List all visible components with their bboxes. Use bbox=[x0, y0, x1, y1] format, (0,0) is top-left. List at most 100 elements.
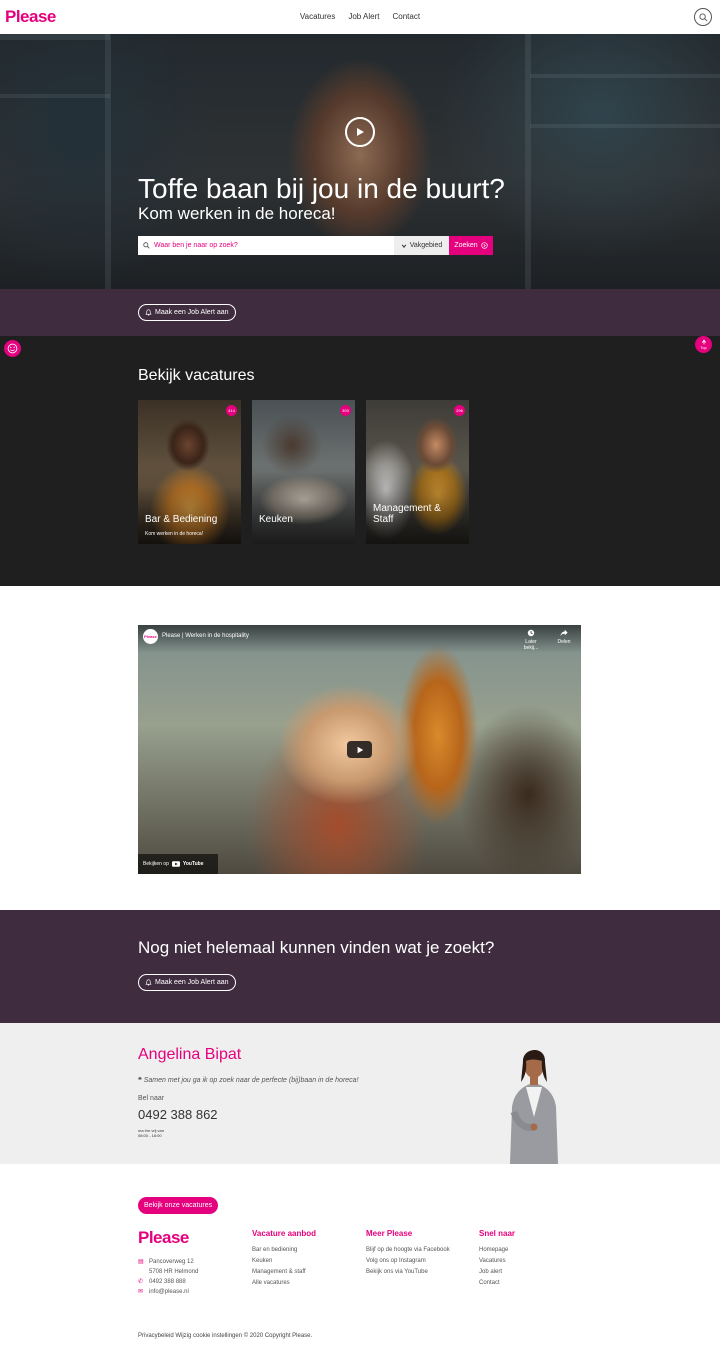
footer-link[interactable]: Bar en bediening bbox=[252, 1245, 316, 1256]
copyright: Privacybeleid Wijzig cookie instellingen… bbox=[138, 1333, 313, 1339]
watch-later-button[interactable]: Later bekij... bbox=[521, 629, 541, 651]
footer-link[interactable]: Job alert bbox=[479, 1267, 515, 1278]
channel-logo[interactable]: Please bbox=[143, 629, 158, 644]
card-title: Bar & Bediening bbox=[145, 514, 218, 525]
vacancy-count-badge: 296 bbox=[454, 405, 465, 416]
share-button[interactable]: Delen bbox=[554, 629, 574, 645]
address-street: Pancoverweg 12 bbox=[149, 1259, 194, 1265]
footer-link[interactable]: Blijf op de hoogte via Facebook bbox=[366, 1245, 450, 1256]
vakgebied-select[interactable]: Vakgebied bbox=[394, 236, 449, 255]
footer-link[interactable]: Management & staff bbox=[252, 1267, 316, 1278]
card-title: Management & Staff bbox=[373, 503, 441, 525]
footer-link[interactable]: Vacatures bbox=[479, 1256, 515, 1267]
contact-person-photo bbox=[510, 1049, 558, 1164]
footer-link[interactable]: Bekijk ons via YouTube bbox=[366, 1267, 450, 1278]
clock-icon bbox=[527, 629, 535, 637]
play-icon bbox=[357, 128, 364, 136]
footer-logo[interactable]: Please bbox=[138, 1228, 189, 1248]
footer-col-title: Vacature aanbod bbox=[252, 1229, 317, 1238]
footer-col-title: Meer Please bbox=[366, 1229, 413, 1238]
job-alert-band: Maak een Job Alert aan bbox=[0, 289, 720, 336]
call-label: Bel naar bbox=[138, 1095, 165, 1102]
card-bar-bediening[interactable]: 414 Bar & Bediening Kom werken in de hor… bbox=[138, 400, 241, 544]
contact-name: Angelina Bipat bbox=[138, 1046, 242, 1063]
footer-link[interactable]: Volg ons op Instagram bbox=[366, 1256, 450, 1267]
card-title: Keuken bbox=[259, 514, 293, 525]
address-city: 5708 HR Helmond bbox=[149, 1269, 199, 1275]
vacatures-section: Bekijk vacatures 414 Bar & Bediening Kom… bbox=[0, 336, 720, 586]
nav-vacatures[interactable]: Vacatures bbox=[300, 12, 335, 21]
vacancy-count-badge: 393 bbox=[340, 405, 351, 416]
footer-col-title: Snel naar bbox=[479, 1229, 516, 1238]
job-alert-label: Maak een Job Alert aan bbox=[155, 979, 229, 986]
share-icon bbox=[560, 629, 568, 637]
footer-phone[interactable]: 0492 388 888 bbox=[149, 1277, 186, 1287]
bell-icon bbox=[145, 979, 152, 986]
bell-icon bbox=[145, 309, 152, 316]
site-header: Please Vacatures Job Alert Contact bbox=[0, 0, 720, 34]
nav-job-alert[interactable]: Job Alert bbox=[348, 12, 379, 21]
job-alert-label: Maak een Job Alert aan bbox=[155, 309, 229, 316]
share-label: Delen bbox=[557, 639, 571, 645]
contact-section: Angelina Bipat ❝ Samen met jou ga ik op … bbox=[0, 1023, 720, 1164]
footer-link[interactable]: Alle vacatures bbox=[252, 1278, 316, 1289]
youtube-video[interactable]: Please Please | Werken in de hospitality… bbox=[138, 625, 581, 874]
site-footer: Bekijk onze vacatures Please ▤ Pancoverwe… bbox=[0, 1164, 720, 1348]
contact-quote-text: Samen met jou ga ik op zoek naar de perf… bbox=[143, 1077, 359, 1084]
smiley-icon bbox=[7, 343, 18, 354]
phone-icon: ✆ bbox=[138, 1279, 144, 1285]
building-icon: ▤ bbox=[138, 1259, 144, 1265]
mail-icon: ✉ bbox=[138, 1289, 144, 1295]
card-keuken[interactable]: 393 Keuken bbox=[252, 400, 355, 544]
watch-later-label: Later bekij... bbox=[523, 639, 539, 651]
not-found-title: Nog niet helemaal kunnen vinden wat je z… bbox=[138, 938, 495, 957]
back-to-top-label: Top bbox=[700, 345, 707, 350]
zoeken-label: Zoeken bbox=[454, 242, 478, 249]
not-found-band: Nog niet helemaal kunnen vinden wat je z… bbox=[0, 910, 720, 1023]
youtube-icon bbox=[171, 861, 180, 867]
contact-phone[interactable]: 0492 388 862 bbox=[138, 1107, 218, 1122]
watch-on-youtube[interactable]: Bekijken op YouTube bbox=[138, 854, 218, 874]
arrow-right-circle-icon bbox=[481, 242, 488, 249]
view-vacancies-button[interactable]: Bekijk onze vacatures bbox=[138, 1197, 219, 1214]
main-nav: Vacatures Job Alert Contact bbox=[0, 12, 720, 21]
video-title[interactable]: Please | Werken in de hospitality bbox=[162, 633, 249, 639]
card-management-staff[interactable]: 296 Management & Staff bbox=[366, 400, 469, 544]
opening-hours: ma t/m vrij van 08:00 - 18:00 bbox=[138, 1128, 164, 1138]
contact-quote: ❝ Samen met jou ga ik op zoek naar de pe… bbox=[138, 1076, 359, 1084]
chevron-down-icon bbox=[401, 244, 406, 248]
search-icon bbox=[143, 242, 150, 249]
accessibility-button[interactable] bbox=[4, 340, 21, 357]
search-button[interactable] bbox=[694, 8, 712, 26]
hero-section: Toffe baan bij jou in de buurt? Kom werk… bbox=[0, 34, 720, 289]
search-icon bbox=[698, 12, 707, 21]
play-icon bbox=[357, 746, 363, 753]
footer-email[interactable]: info@please.nl bbox=[149, 1287, 189, 1297]
hero-play-button[interactable] bbox=[345, 117, 375, 147]
hero-subtitle: Kom werken in de horeca! bbox=[138, 204, 336, 223]
nav-contact[interactable]: Contact bbox=[393, 12, 421, 21]
zoeken-button[interactable]: Zoeken bbox=[449, 236, 493, 255]
vacancy-count-badge: 414 bbox=[226, 405, 237, 416]
footer-col-snel-naar: Snel naar Homepage Vacatures Job alert C… bbox=[479, 1229, 515, 1289]
footer-col-meer-please: Meer Please Blijf op de hoogte via Faceb… bbox=[366, 1229, 450, 1278]
hours-time: 08:00 - 18:00 bbox=[138, 1133, 162, 1138]
job-search-bar: Waar ben je naar op zoek? Vakgebied Zoek… bbox=[138, 236, 493, 255]
watch-on-label: Bekijken op bbox=[143, 861, 169, 867]
hero-title: Toffe baan bij jou in de buurt? bbox=[138, 173, 505, 204]
footer-address: ▤ Pancoverweg 12 5708 HR Helmond ✆ 0492 38… bbox=[138, 1257, 198, 1297]
back-to-top-button[interactable]: Top bbox=[695, 336, 712, 353]
search-input[interactable]: Waar ben je naar op zoek? bbox=[138, 236, 394, 255]
vacatures-title: Bekijk vacatures bbox=[138, 367, 255, 384]
footer-col-vacature-aanbod: Vacature aanbod Bar en bediening Keuken … bbox=[252, 1229, 316, 1289]
job-alert-button[interactable]: Maak een Job Alert aan bbox=[138, 304, 236, 321]
footer-link[interactable]: Contact bbox=[479, 1278, 515, 1289]
footer-link[interactable]: Homepage bbox=[479, 1245, 515, 1256]
search-placeholder: Waar ben je naar op zoek? bbox=[154, 242, 238, 249]
job-alert-button-2[interactable]: Maak een Job Alert aan bbox=[138, 974, 236, 991]
video-play-button[interactable] bbox=[347, 741, 372, 758]
vakgebied-label: Vakgebied bbox=[409, 242, 443, 249]
card-subtitle: Kom werken in de horeca! bbox=[145, 531, 204, 537]
footer-link[interactable]: Keuken bbox=[252, 1256, 316, 1267]
youtube-wordmark: YouTube bbox=[182, 861, 204, 867]
